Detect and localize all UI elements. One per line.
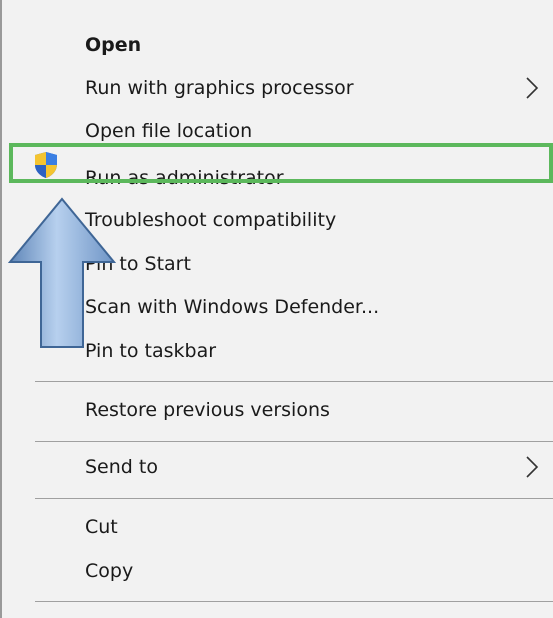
menu-item-label: Run with graphics processor: [85, 77, 354, 99]
menu-item-label: Cut: [85, 516, 118, 538]
menu-item-label: Copy: [85, 560, 134, 582]
menu-item-label: Open: [85, 34, 142, 56]
up-arrow-icon: [7, 197, 117, 348]
menu-item-label: Restore previous versions: [85, 399, 330, 421]
menu-item-label: Troubleshoot compatibility: [85, 209, 337, 231]
menu-item-label: Scan with Windows Defender...: [85, 296, 380, 318]
chevron-right-icon: [526, 77, 539, 99]
menu-item-copy[interactable]: Copy: [4, 551, 553, 591]
screenshot-stage: Open Run with graphics processor Open fi…: [0, 0, 553, 618]
menu-item-open[interactable]: Open: [4, 25, 553, 65]
menu-separator: [35, 601, 553, 602]
menu-item-cut[interactable]: Cut: [4, 507, 553, 547]
chevron-right-icon: [526, 456, 539, 478]
menu-separator: [35, 441, 553, 442]
menu-item-run-with-graphics-processor[interactable]: Run with graphics processor: [4, 68, 553, 108]
highlight-box: [9, 143, 553, 183]
menu-item-label: Send to: [85, 456, 158, 478]
menu-item-send-to[interactable]: Send to: [4, 447, 553, 487]
menu-separator: [35, 381, 553, 382]
menu-separator: [35, 498, 553, 499]
menu-item-restore-previous-versions[interactable]: Restore previous versions: [4, 390, 553, 430]
